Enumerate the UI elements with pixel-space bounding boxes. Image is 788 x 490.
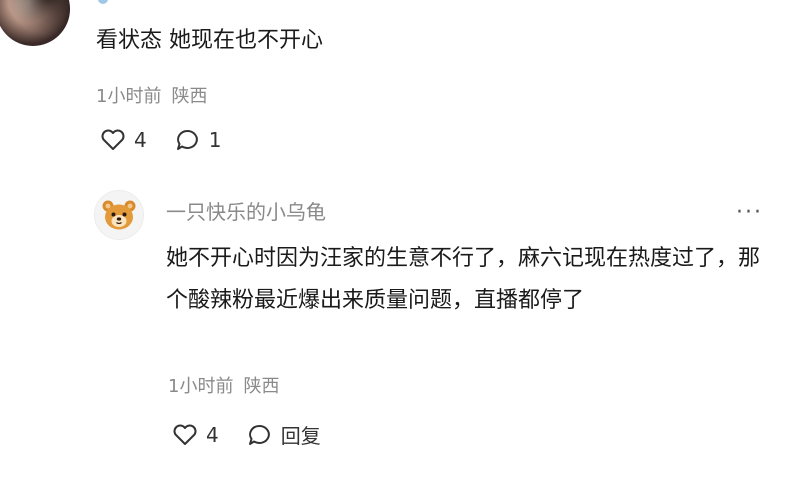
heart-icon <box>173 424 197 445</box>
comment-like-count: 4 <box>134 128 147 152</box>
reply-meta: 1小时前 陕西 <box>168 372 279 398</box>
reply-text: 她不开心时因为汪家的生意不行了，麻六记现在热度过了，那个酸辣粉最近爆出来质量问题… <box>166 246 761 313</box>
comment-like-button[interactable]: 4 <box>100 128 147 152</box>
reply-like-count: 4 <box>206 422 219 447</box>
bear-avatar-icon <box>102 200 136 230</box>
reply-reply-label: 回复 <box>280 424 321 448</box>
reply-actions: 4 回复 <box>172 420 349 449</box>
more-options-icon[interactable]: ··· <box>736 200 763 225</box>
reply-like-button[interactable]: 4 <box>172 423 219 447</box>
comment-bubble-icon <box>176 129 198 150</box>
reply-time: 1小时前 <box>168 376 234 397</box>
comment-actions: 4 1 <box>100 128 249 152</box>
commenter-avatar[interactable] <box>0 0 70 46</box>
comment-reply-button[interactable]: 1 <box>175 128 222 152</box>
comment-location: 陕西 <box>171 86 208 107</box>
comment-meta: 1小时前 陕西 <box>96 82 207 108</box>
reply-location: 陕西 <box>243 376 280 397</box>
reply-avatar[interactable] <box>94 190 144 240</box>
comment-time: 1小时前 <box>96 86 162 107</box>
reply-reply-button[interactable]: 回复 <box>247 420 321 449</box>
reply-username[interactable]: 一只快乐的小乌龟 <box>166 196 326 225</box>
badge-icon <box>98 0 108 4</box>
comment-reply-count: 1 <box>208 128 222 152</box>
heart-icon <box>101 129 125 150</box>
comment-text: 看状态 她现在也不开心 <box>96 28 323 53</box>
comment-bubble-icon <box>248 424 270 445</box>
